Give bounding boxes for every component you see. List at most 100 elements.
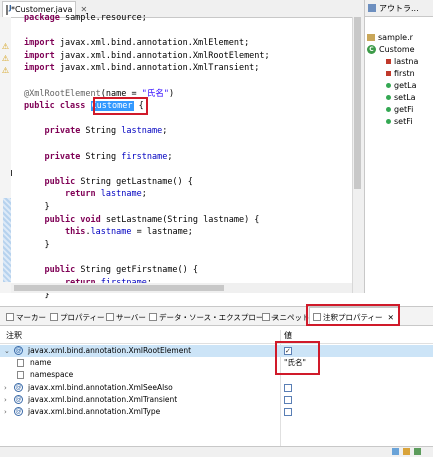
annotation-icon: @ (14, 346, 23, 355)
annotation-checkbox[interactable] (284, 408, 292, 416)
vertical-scroll-thumb[interactable] (354, 17, 361, 189)
markers-icon (6, 313, 14, 321)
outline-view (365, 0, 433, 293)
highlight-box-class-name (93, 97, 148, 115)
code-token: this (64, 227, 86, 238)
code-token: String (80, 151, 122, 162)
code-line[interactable]: import javax.xml.bind.annotation.XmlTran… (24, 62, 259, 74)
horizontal-scroll-thumb[interactable] (14, 285, 224, 291)
highlight-box-value (275, 341, 320, 375)
java-file-icon (6, 4, 12, 15)
tab-data-source-explorer[interactable]: データ・ソース・エクスプローラー (149, 310, 278, 324)
outline-item-label: setLa (394, 93, 416, 102)
chevron-down-icon[interactable]: ⌄ (4, 345, 10, 357)
method-icon (386, 83, 391, 88)
row-label: javax.xml.bind.annotation.XmlSeeAlso (28, 383, 173, 392)
code-token: lastname (90, 227, 132, 238)
code-line[interactable]: public String getLastname() { (24, 176, 193, 188)
row-label: name (30, 358, 52, 367)
row-label: javax.xml.bind.annotation.XmlType (28, 407, 161, 416)
field-icon (386, 71, 391, 76)
table-row[interactable]: › @ javax.xml.bind.annotation.XmlTransient (0, 394, 433, 406)
tab-snippets[interactable]: スニペット (262, 310, 310, 324)
tab-markers[interactable]: マーカー (6, 310, 46, 324)
code-token: String getFirstname() { (75, 265, 199, 275)
annotation-checkbox[interactable] (284, 384, 292, 392)
code-line[interactable]: this.lastname = lastname; (24, 226, 193, 238)
warning-icon: ⚠ (1, 54, 10, 63)
outline-item[interactable]: C Custome (367, 45, 415, 54)
outline-item[interactable]: firstn (386, 69, 415, 78)
code-line[interactable]: private String firstname; (24, 151, 172, 163)
code-line[interactable]: private String lastname; (24, 125, 167, 137)
code-token: javax.xml.bind.annotation.XmlElement; (54, 38, 250, 49)
annotation-icon: @ (14, 383, 23, 392)
code-token: ; (141, 189, 147, 200)
method-icon (386, 107, 391, 112)
outline-item[interactable]: setFi (386, 117, 412, 126)
code-line[interactable]: public void setLastname(String lastname)… (24, 214, 259, 226)
chevron-right-icon[interactable]: › (4, 394, 7, 406)
code-line[interactable]: import javax.xml.bind.annotation.XmlElem… (24, 37, 249, 49)
code-token: ; (162, 126, 168, 137)
code-line[interactable]: import javax.xml.bind.annotation.XmlRoot… (24, 50, 270, 62)
outline-item-label: Custome (379, 45, 415, 54)
code-token: import (24, 38, 55, 49)
table-row[interactable]: namespace (0, 369, 433, 381)
outline-item[interactable]: setLa (386, 93, 416, 102)
annotation-checkbox[interactable] (284, 396, 292, 404)
outline-tab[interactable]: アウトラ... (365, 0, 433, 17)
method-icon (386, 119, 391, 124)
code-token: } (24, 239, 50, 250)
outline-item-label: getFi (394, 105, 414, 114)
outline-item[interactable]: getFi (386, 105, 413, 114)
table-row[interactable]: › @ javax.xml.bind.annotation.XmlSeeAlso (0, 382, 433, 394)
data-source-icon (149, 313, 157, 321)
code-token: public void (44, 214, 101, 225)
chevron-right-icon[interactable]: › (4, 382, 7, 394)
warning-icon: ⚠ (1, 66, 10, 75)
code-line[interactable]: package sample.resource; (24, 12, 147, 24)
annotation-icon: @ (14, 395, 23, 404)
code-line[interactable]: } (24, 201, 49, 213)
code-token: setLastname(String lastname) { (100, 214, 260, 225)
status-icon-2 (403, 448, 410, 455)
outline-item-label: getLa (394, 81, 417, 90)
code-editor[interactable]: *Customer.java ✕ ⚠ ⚠ ⚠ package sample.re… (0, 0, 365, 300)
table-row[interactable]: › @ javax.xml.bind.annotation.XmlType (0, 406, 433, 418)
table-row[interactable]: "氏名" name (0, 357, 433, 369)
outline-item-label: setFi (394, 117, 413, 126)
code-token: ) (168, 88, 175, 99)
code-token: private (44, 126, 81, 137)
status-bar (0, 446, 433, 457)
tab-properties[interactable]: プロパティー (50, 310, 105, 324)
code-line[interactable]: return lastname; (24, 188, 147, 200)
table-header: 注釈 値 (0, 330, 433, 344)
outline-item[interactable]: sample.r (367, 33, 413, 42)
package-icon (367, 34, 375, 41)
outline-item[interactable]: lastna (386, 57, 418, 66)
tab-servers[interactable]: サーバー (106, 310, 146, 324)
code-line[interactable]: } (24, 239, 50, 251)
outline-item[interactable]: getLa (386, 81, 417, 90)
attribute-icon (17, 359, 24, 367)
class-icon: C (367, 45, 376, 54)
servers-icon (106, 313, 114, 321)
row-label: namespace (30, 370, 74, 379)
code-token: import (24, 63, 55, 74)
chevron-right-icon[interactable]: › (4, 406, 7, 418)
code-token: String getLastname() { (75, 176, 193, 187)
outline-icon (368, 4, 376, 12)
table-row[interactable]: ⌄ @ javax.xml.bind.annotation.XmlRootEleme… (0, 345, 433, 357)
code-line[interactable]: public String getFirstname() { (24, 264, 198, 276)
snippets-icon (262, 313, 270, 321)
attribute-icon (17, 371, 24, 379)
